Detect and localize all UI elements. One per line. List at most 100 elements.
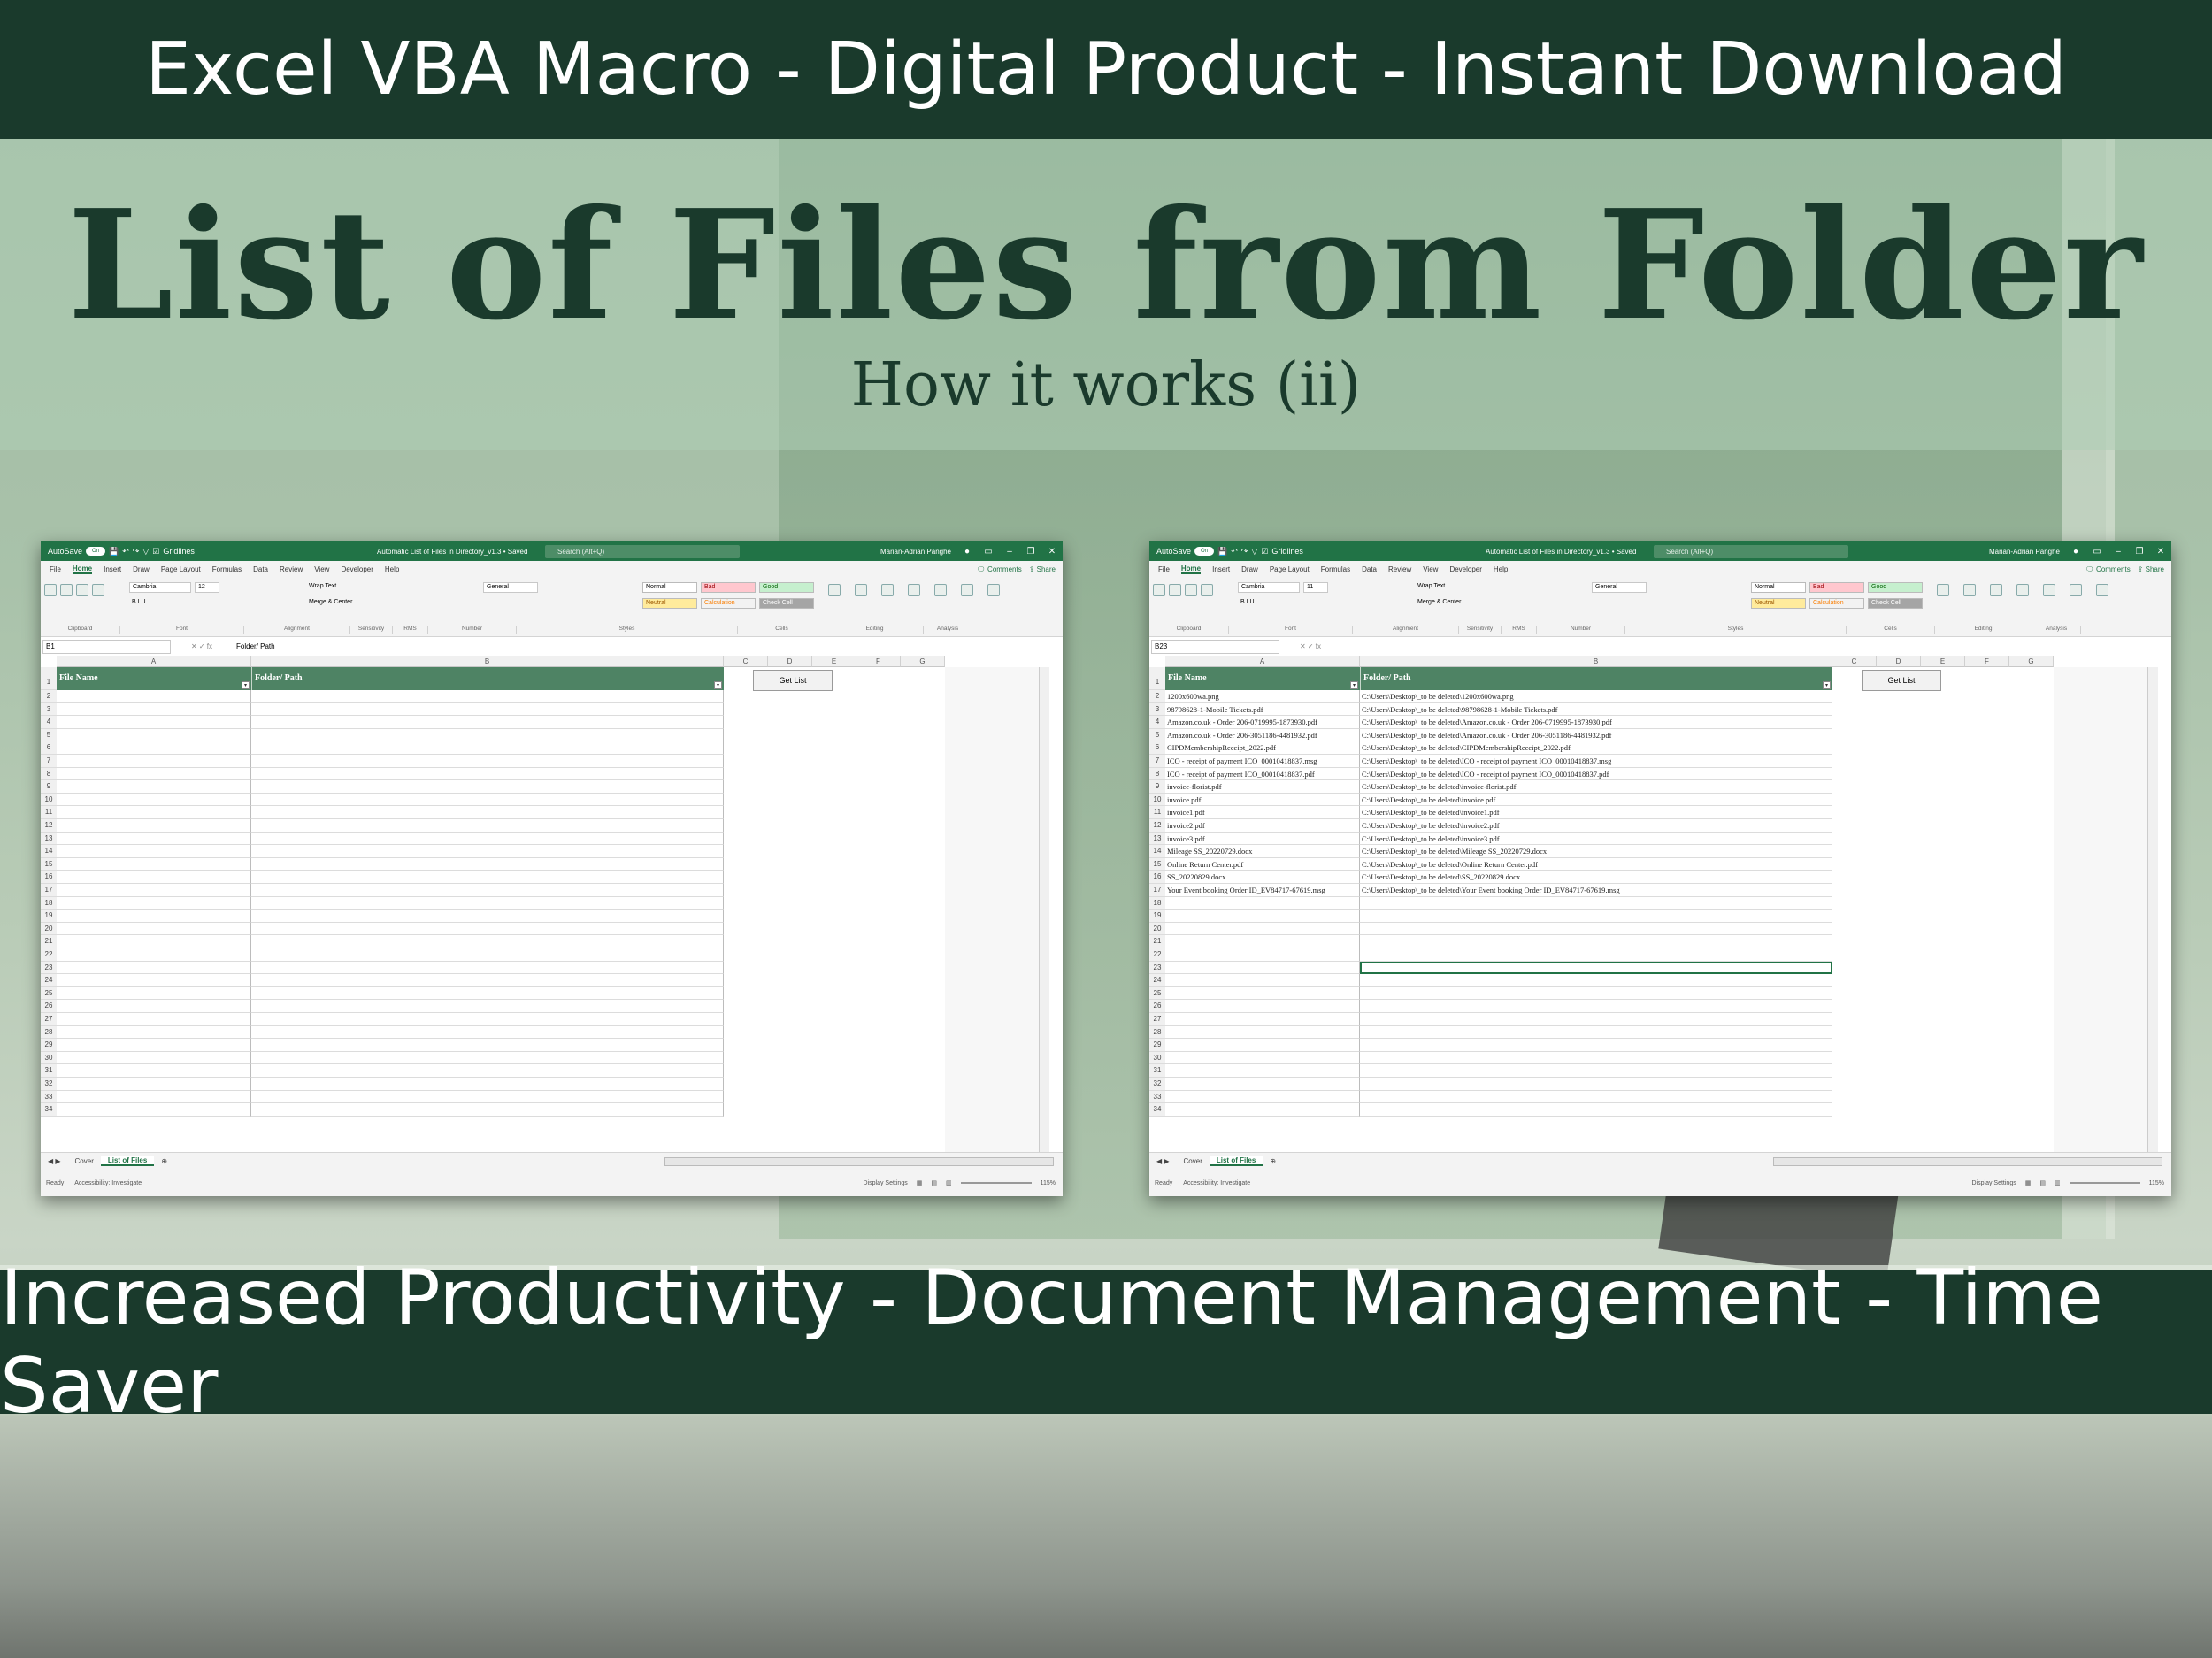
page-layout-icon[interactable]: ▤ — [2039, 1179, 2046, 1186]
analyze-data-icon[interactable] — [2096, 584, 2108, 596]
table-row-folder-path[interactable] — [251, 910, 724, 923]
table-row-file-name[interactable] — [57, 793, 251, 807]
add-sheet-icon[interactable]: ⊕ — [1263, 1157, 1283, 1165]
table-row-folder-path[interactable] — [251, 702, 724, 717]
vertical-scrollbar[interactable] — [1039, 667, 1049, 1152]
table-row-file-name[interactable] — [1165, 922, 1360, 936]
table-row-folder-path[interactable]: C:\Users\Desktop\_to be deleted\CIPDMemb… — [1360, 741, 1832, 755]
sheet-tab-list-of-files[interactable]: List of Files — [1209, 1156, 1263, 1166]
table-row-folder-path[interactable]: C:\Users\Desktop\_to be deleted\ICO - re… — [1360, 755, 1832, 768]
table-row-folder-path[interactable]: C:\Users\Desktop\_to be deleted\Mileage … — [1360, 845, 1832, 858]
table-row-file-name[interactable] — [57, 1051, 251, 1065]
table-row-folder-path[interactable] — [251, 716, 724, 729]
cut-icon[interactable] — [1169, 584, 1181, 596]
table-row-file-name[interactable]: ICO - receipt of payment ICO_00010418837… — [1165, 755, 1360, 768]
table-row-folder-path[interactable]: C:\Users\Desktop\_to be deleted\Amazon.c… — [1360, 716, 1832, 729]
font-name-select[interactable]: Cambria — [1238, 582, 1300, 593]
sheet-tab-cover[interactable]: Cover — [68, 1157, 101, 1165]
selected-cell-b23[interactable] — [1360, 961, 1832, 975]
user-avatar-icon[interactable]: ● — [2065, 547, 2086, 557]
column-header-b[interactable]: B — [1360, 656, 1832, 667]
table-row-file-name[interactable] — [1165, 1051, 1360, 1065]
find-select-icon[interactable] — [2070, 584, 2082, 596]
tab-insert[interactable]: Insert — [104, 565, 121, 573]
tab-view[interactable]: View — [1423, 565, 1438, 573]
tab-file[interactable]: File — [1158, 565, 1170, 573]
filter-dropdown-file-name[interactable]: ▾ — [242, 681, 250, 689]
table-row-folder-path[interactable]: C:\Users\Desktop\_to be deleted\SS_20220… — [1360, 871, 1832, 884]
copy-icon[interactable] — [1185, 584, 1197, 596]
table-row-folder-path[interactable]: C:\Users\Desktop\_to be deleted\98798628… — [1360, 702, 1832, 717]
table-row-file-name[interactable]: invoice-florist.pdf — [1165, 780, 1360, 794]
share-button[interactable]: ⇪ Share — [2138, 565, 2164, 573]
table-row-file-name[interactable]: Amazon.co.uk - Order 206-0719995-1873930… — [1165, 716, 1360, 729]
undo-icon[interactable]: ↶ — [1231, 547, 1238, 557]
sheet-tab-cover[interactable]: Cover — [1177, 1157, 1210, 1165]
table-row-folder-path[interactable]: C:\Users\Desktop\_to be deleted\invoice1… — [1360, 806, 1832, 819]
table-row-folder-path[interactable]: C:\Users\Desktop\_to be deleted\invoice-… — [1360, 780, 1832, 794]
table-row-folder-path[interactable] — [251, 819, 724, 833]
page-break-icon[interactable]: ▥ — [946, 1179, 952, 1186]
table-row-folder-path[interactable]: C:\Users\Desktop\_to be deleted\invoice2… — [1360, 819, 1832, 833]
column-header-g[interactable]: G — [2009, 656, 2054, 667]
table-row-file-name[interactable] — [57, 1103, 251, 1117]
table-row-file-name[interactable] — [57, 780, 251, 794]
table-row-folder-path[interactable] — [1360, 1025, 1832, 1040]
table-row-file-name[interactable] — [57, 884, 251, 897]
style-good[interactable]: Good — [759, 582, 814, 593]
get-list-button[interactable]: Get List — [753, 670, 833, 691]
table-row-folder-path[interactable] — [1360, 922, 1832, 936]
table-row-folder-path[interactable] — [1360, 1039, 1832, 1052]
horizontal-scrollbar[interactable] — [664, 1156, 1054, 1166]
table-row-folder-path[interactable] — [251, 974, 724, 987]
table-row-folder-path[interactable] — [1360, 910, 1832, 923]
table-row-folder-path[interactable] — [251, 884, 724, 897]
table-row-folder-path[interactable] — [251, 986, 724, 1001]
normal-view-icon[interactable]: ▦ — [2025, 1179, 2032, 1186]
table-row-folder-path[interactable]: C:\Users\Desktop\_to be deleted\Amazon.c… — [1360, 728, 1832, 742]
save-icon[interactable]: 💾 — [109, 547, 119, 557]
table-row-file-name[interactable]: 98798628-1-Mobile Tickets.pdf — [1165, 702, 1360, 717]
table-row-folder-path[interactable] — [251, 857, 724, 871]
column-header-c[interactable]: C — [1832, 656, 1877, 667]
tab-home[interactable]: Home — [72, 564, 93, 574]
paste-icon[interactable] — [44, 584, 57, 596]
table-row-file-name[interactable] — [57, 1090, 251, 1104]
table-row-file-name[interactable]: Your Event booking Order ID_EV84717-6761… — [1165, 884, 1360, 897]
filter-icon[interactable]: ▽ — [1251, 547, 1257, 557]
ribbon-display-icon[interactable]: ▭ — [2086, 547, 2108, 557]
insert-icon[interactable] — [828, 584, 841, 596]
table-row-file-name[interactable] — [57, 741, 251, 755]
autosum-icon[interactable] — [908, 584, 920, 596]
autosave-toggle[interactable]: On — [86, 547, 106, 556]
table-row-folder-path[interactable]: C:\Users\Desktop\_to be deleted\Online R… — [1360, 857, 1832, 871]
table-row-folder-path[interactable] — [251, 871, 724, 884]
table-row-file-name[interactable] — [57, 728, 251, 742]
table-row-file-name[interactable]: 1200x600wa.png — [1165, 690, 1360, 703]
add-sheet-icon[interactable]: ⊕ — [154, 1157, 174, 1165]
table-row-file-name[interactable]: Amazon.co.uk - Order 206-3051186-4481932… — [1165, 728, 1360, 742]
table-row-file-name[interactable] — [57, 1025, 251, 1040]
table-row-folder-path[interactable] — [251, 1078, 724, 1091]
maximize-icon[interactable]: ❐ — [1020, 547, 1041, 557]
table-row-file-name[interactable] — [57, 935, 251, 948]
accessibility-status[interactable]: Accessibility: Investigate — [1183, 1180, 1250, 1186]
bold-button[interactable]: B I U — [129, 598, 182, 609]
get-list-button[interactable]: Get List — [1862, 670, 1941, 691]
fx-icon[interactable]: ✕ ✓ fx — [1279, 642, 1341, 650]
format-icon[interactable] — [881, 584, 894, 596]
table-row-folder-path[interactable] — [251, 922, 724, 936]
table-row-file-name[interactable] — [1165, 1025, 1360, 1040]
table-row-folder-path[interactable] — [251, 1064, 724, 1078]
name-box[interactable]: B23 — [1151, 639, 1279, 654]
share-button[interactable]: ⇪ Share — [1029, 565, 1056, 573]
table-row-folder-path[interactable] — [1360, 986, 1832, 1001]
table-row-folder-path[interactable] — [251, 1025, 724, 1040]
filter-icon[interactable]: ▽ — [142, 547, 149, 557]
table-row-file-name[interactable]: Online Return Center.pdf — [1165, 857, 1360, 871]
search-input[interactable]: Search (Alt+Q) — [545, 544, 740, 558]
table-row-file-name[interactable] — [57, 922, 251, 936]
merge-center-button[interactable]: Merge & Center — [1415, 598, 1470, 609]
table-row-file-name[interactable] — [57, 896, 251, 910]
sheet-tab-list-of-files[interactable]: List of Files — [100, 1156, 155, 1166]
